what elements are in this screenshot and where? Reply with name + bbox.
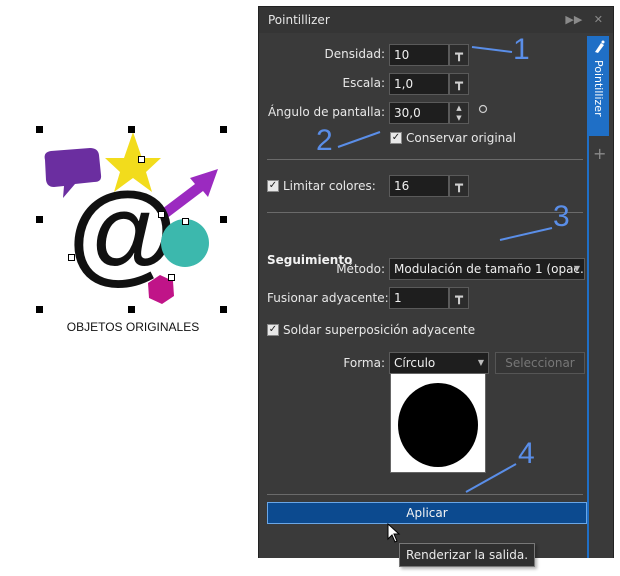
annotation-lines [337, 46, 553, 493]
annotation-number-1: 1 [513, 33, 530, 66]
annotation-number-4: 4 [518, 437, 535, 470]
annotation-number-3: 3 [553, 200, 570, 233]
annotation-number-2: 2 [316, 124, 333, 157]
